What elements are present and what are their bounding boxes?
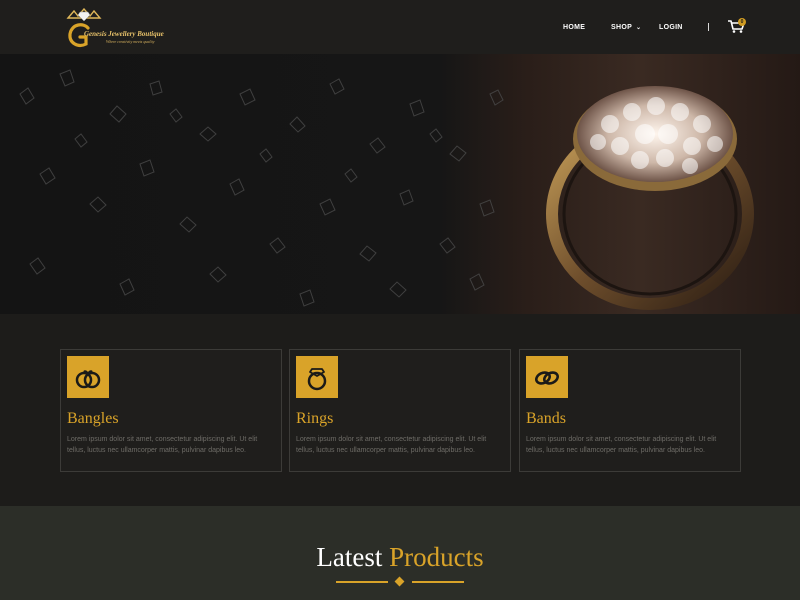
section-title-plain: Latest [316,542,383,572]
nav-home[interactable]: HOME [563,22,585,34]
cart-count-badge: 0 [738,18,746,26]
section-divider [336,576,464,587]
section-title: Latest Products [0,542,800,573]
category-description: Lorem ipsum dolor sit amet, consectetur … [526,436,717,454]
site-header: Genesis Jewellery Boutique Where creativ… [0,0,800,54]
brand-logo[interactable]: Genesis Jewellery Boutique Where creativ… [60,4,170,48]
nav-separator [708,23,709,31]
hero-banner [0,54,800,314]
chevron-down-icon: ⌄ [636,25,642,31]
section-title-accent: Products [389,542,484,572]
category-description: Lorem ipsum dolor sit amet, consectetur … [296,436,487,454]
bangles-icon [67,356,109,398]
nav-login-label: LOGIN [659,24,683,31]
nav-shop[interactable]: SHOP ⌄ [611,22,641,34]
bands-icon [526,356,568,398]
category-title: Bangles [67,410,119,427]
category-section: Bangles Lorem ipsum dolor sit amet, cons… [0,314,800,506]
category-card-bands[interactable]: Bands Lorem ipsum dolor sit amet, consec… [519,349,741,472]
category-description: Lorem ipsum dolor sit amet, consectetur … [67,436,258,454]
category-card-rings[interactable]: Rings Lorem ipsum dolor sit amet, consec… [289,349,511,472]
category-title: Rings [296,410,334,427]
nav-home-label: HOME [563,24,586,31]
nav-shop-label: SHOP [611,24,633,31]
category-title: Bands [526,410,566,427]
latest-products-section: Latest Products [0,506,800,600]
diamond-divider-icon [394,576,405,587]
brand-tagline: Where creativity meets quality [106,39,155,44]
nav-login[interactable]: LOGIN [659,22,683,34]
category-card-bangles[interactable]: Bangles Lorem ipsum dolor sit amet, cons… [60,349,282,472]
hero-ring-photo [19,69,754,310]
brand-name: Genesis Jewellery Boutique [84,30,164,38]
logo-crown-g-icon [66,8,102,47]
ring-icon [296,356,338,398]
